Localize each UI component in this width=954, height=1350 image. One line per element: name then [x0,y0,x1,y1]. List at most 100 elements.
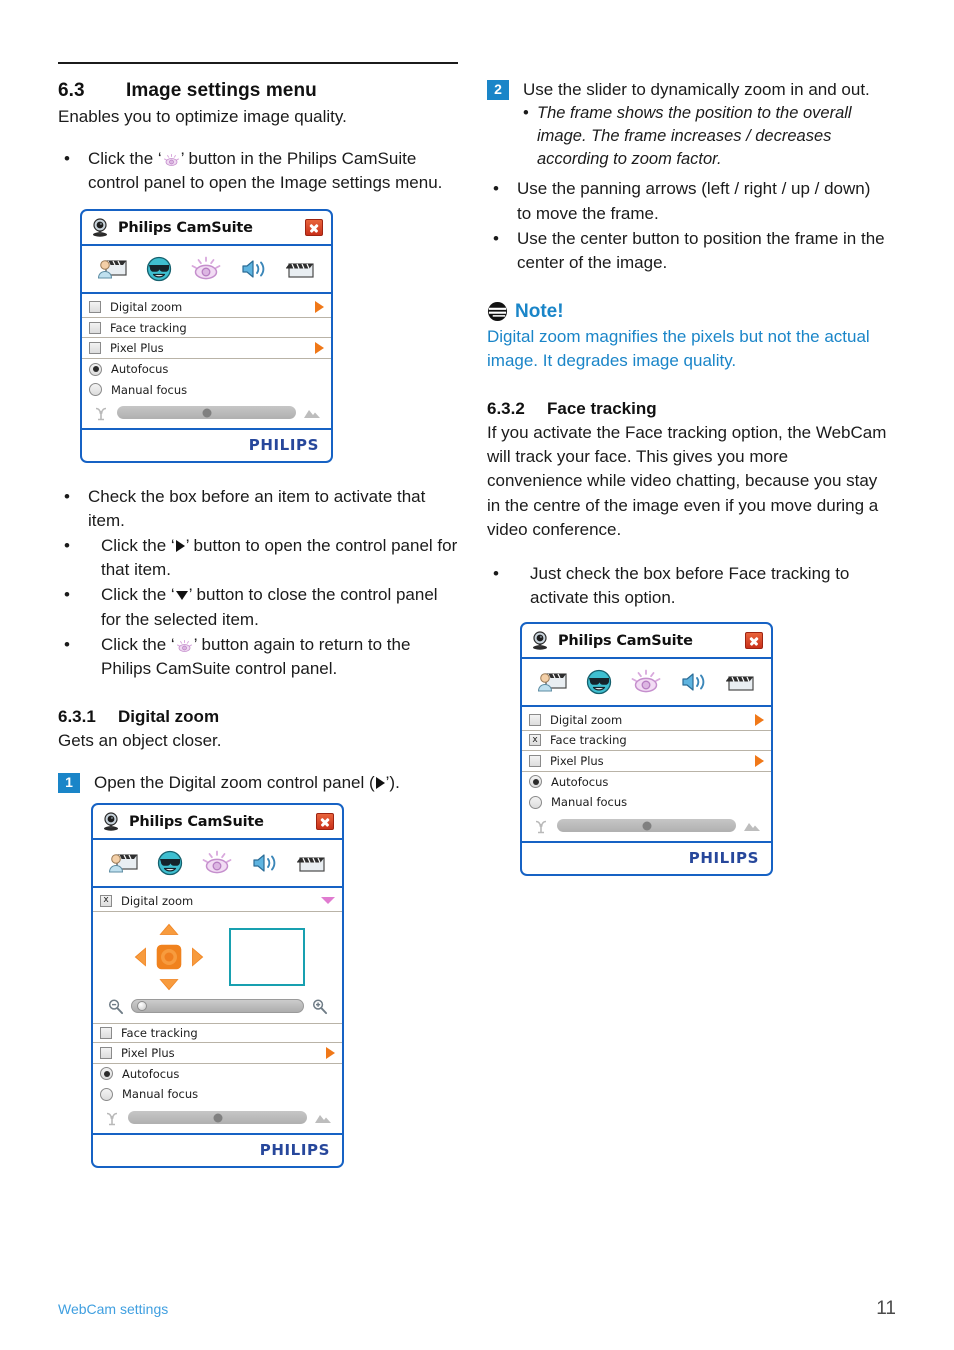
option-row-digital-zoom[interactable]: x Digital zoom [93,891,342,912]
chevron-down-icon[interactable] [321,897,335,905]
focus-slider-track[interactable] [117,406,296,420]
video-call-icon[interactable] [537,669,567,695]
image-settings-icon[interactable] [202,850,232,876]
fun-effects-icon[interactable] [144,256,174,282]
video-call-icon[interactable] [108,850,138,876]
video-clip-icon[interactable] [726,669,756,695]
pan-up-button[interactable] [154,920,184,939]
close-icon[interactable] [316,813,334,831]
step-2-sub-bullets: • The frame shows the position to the ove… [523,102,887,171]
video-clip-icon[interactable] [297,850,327,876]
bullet-text: Use the panning arrows (left / right / u… [517,179,871,223]
option-row-pixel-plus[interactable]: Pixel Plus [82,338,331,359]
radio-button[interactable] [529,795,542,809]
bullet-dot: • [64,585,70,605]
option-row-pixel-plus[interactable]: Pixel Plus [93,1043,342,1064]
arrow-right-icon[interactable] [315,342,324,355]
step-text-before: Open the Digital zoom control panel ( [94,773,375,792]
focus-slider-track[interactable] [557,819,736,833]
checkbox[interactable] [89,301,101,314]
arrow-right-icon[interactable] [315,301,324,314]
close-icon[interactable] [745,632,763,650]
focus-slider-knob [642,821,651,831]
zoom-slider-track[interactable] [131,999,304,1014]
image-settings-icon[interactable] [631,669,661,695]
option-row-autofocus[interactable]: Autofocus [93,1064,342,1085]
instruction-bullet-list-indented: • Click the ‘’ button to open the control… [58,534,458,681]
step-text-after: ’). [385,773,400,792]
audio-settings-icon[interactable] [679,669,709,695]
checkbox[interactable] [529,754,541,767]
pan-down-button[interactable] [154,975,184,994]
zoom-in-icon[interactable] [311,998,328,1015]
camsuite-dialog-1[interactable]: Philips CamSuite Digital zoom Face track… [80,209,333,463]
option-row-autofocus[interactable]: Autofocus [82,359,331,380]
camsuite-dialog-3[interactable]: Philips CamSuite Digital zoom x Face tra… [520,622,773,876]
option-label: Digital zoom [121,893,194,908]
audio-settings-icon[interactable] [239,256,269,282]
option-row-manual-focus[interactable]: Manual focus [82,379,331,400]
checkbox-checked[interactable]: x [100,894,112,907]
image-settings-icon[interactable] [191,256,221,282]
mountain-icon [744,822,760,831]
option-label: Manual focus [111,382,188,397]
radio-button[interactable] [89,362,102,376]
dialog-option-list: Digital zoom Face tracking Pixel Plus Au… [82,294,331,428]
bullet-text: Check the box before an item to activate… [88,486,426,530]
radio-button[interactable] [100,1087,113,1101]
dialog-toolbar [82,246,331,295]
macro-flower-icon [535,820,547,833]
radio-button[interactable] [100,1067,113,1081]
list-item: • Click the ‘’ button to close the contro… [58,583,458,631]
close-icon[interactable] [305,219,323,237]
zoom-slider-row[interactable] [93,996,342,1019]
option-row-pixel-plus[interactable]: Pixel Plus [522,751,771,772]
bullet-text-before: Click the ‘ [88,149,162,169]
camsuite-dialog-2[interactable]: Philips CamSuite x Digital zoom Face tra… [91,803,344,1168]
checkbox[interactable] [529,713,541,726]
triangle-right-icon [375,777,385,789]
pan-right-button[interactable] [188,942,207,972]
fun-effects-icon[interactable] [584,669,614,695]
arrow-right-icon[interactable] [755,754,764,767]
zoom-out-icon[interactable] [107,998,124,1015]
focus-slider-row[interactable] [82,400,331,426]
option-row-face-tracking[interactable]: Face tracking [93,1022,342,1044]
option-row-face-tracking[interactable]: Face tracking [82,318,331,339]
option-label: Autofocus [122,1066,180,1081]
checkbox-checked[interactable]: x [529,734,541,747]
radio-button[interactable] [529,775,542,789]
audio-settings-icon[interactable] [250,850,280,876]
fun-effects-icon[interactable] [155,850,185,876]
philips-logo: PHILIPS [259,1141,330,1160]
checkbox[interactable] [100,1026,112,1039]
focus-slider-row[interactable] [522,813,771,839]
video-call-icon[interactable] [97,256,127,282]
option-label: Manual focus [551,795,628,810]
bullet-dot: • [523,104,529,123]
pan-left-button[interactable] [131,942,150,972]
document-page: 6.3 Image settings menu Enables you to op… [0,0,954,1350]
option-row-face-tracking[interactable]: x Face tracking [522,731,771,752]
checkbox[interactable] [89,321,101,334]
option-row-manual-focus[interactable]: Manual focus [522,792,771,813]
zoom-frame-preview[interactable] [228,927,305,986]
radio-button[interactable] [89,383,102,397]
option-row-autofocus[interactable]: Autofocus [522,772,771,793]
option-row-digital-zoom[interactable]: Digital zoom [522,710,771,731]
option-row-manual-focus[interactable]: Manual focus [93,1084,342,1105]
pan-center-button[interactable] [153,941,185,973]
note-body: Digital zoom magnifies the pixels but no… [487,326,870,371]
arrow-right-icon[interactable] [755,713,764,726]
mountain-icon [304,409,320,418]
pan-and-frame [93,918,342,996]
video-clip-icon[interactable] [286,256,316,282]
checkbox[interactable] [89,342,101,355]
checkbox[interactable] [100,1046,112,1059]
focus-slider-track[interactable] [128,1111,307,1125]
section-intro: Enables you to optimize image quality. [58,107,347,126]
arrow-right-icon[interactable] [326,1046,335,1059]
bullet-dot: • [64,634,70,654]
focus-slider-row[interactable] [93,1105,342,1131]
option-row-digital-zoom[interactable]: Digital zoom [82,297,331,318]
